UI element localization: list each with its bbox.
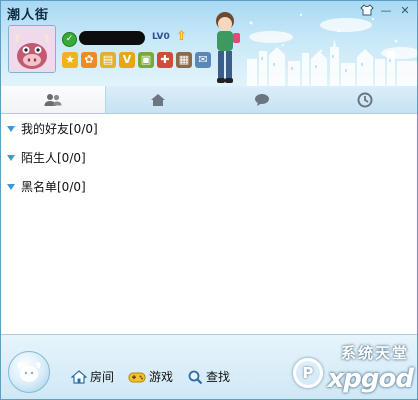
group-label: 我的好友[0/0]: [21, 122, 98, 136]
search-button[interactable]: 查找: [187, 368, 230, 385]
online-status-icon[interactable]: ✓: [62, 32, 77, 47]
gamepad-icon: [128, 372, 146, 382]
gift-icon[interactable]: ✚: [157, 52, 173, 68]
search-label: 查找: [206, 370, 231, 384]
room-label: 房间: [90, 370, 115, 384]
watermark-domain: xpgod: [327, 364, 414, 394]
minimize-button[interactable]: —: [378, 4, 394, 18]
bottom-toolbar: 房间 游戏 查找 P 系统天堂 xpgod: [1, 334, 417, 399]
app-window: 潮人街 — ✕ ✓ LV0 ⇧ ★ ✿ ▤ V ▣ ✚ ▦ ✉ 我的好友[0/0…: [0, 0, 418, 400]
tab-bar: [1, 86, 417, 114]
main-menu-button[interactable]: [8, 351, 50, 393]
quick-icon-bar: ★ ✿ ▤ V ▣ ✚ ▦ ✉: [62, 52, 211, 68]
window-controls: — ✕: [359, 4, 413, 18]
group-strangers[interactable]: 陌生人[0/0]: [1, 143, 417, 172]
level-badge: LV0: [152, 32, 170, 42]
buddy-list: 我的好友[0/0] 陌生人[0/0] 黑名单[0/0]: [1, 114, 417, 201]
profile-header: 潮人街 — ✕ ✓ LV0 ⇧ ★ ✿ ▤ V ▣ ✚ ▦ ✉: [1, 1, 417, 86]
skin-icon[interactable]: [359, 4, 375, 18]
room-button[interactable]: 房间: [71, 368, 114, 385]
cow-avatar-icon: [9, 26, 55, 72]
cow-logo-icon: [17, 362, 41, 382]
close-button[interactable]: ✕: [397, 4, 413, 18]
group-blacklist[interactable]: 黑名单[0/0]: [1, 172, 417, 201]
shop-icon[interactable]: ▤: [100, 52, 116, 68]
group-label: 黑名单[0/0]: [21, 180, 86, 194]
tab-friends[interactable]: [1, 86, 106, 113]
people-icon: [44, 93, 62, 106]
star-icon[interactable]: ★: [62, 52, 78, 68]
expand-triangle-icon: [7, 183, 15, 190]
box-icon[interactable]: ▣: [138, 52, 154, 68]
tab-home[interactable]: [106, 86, 210, 113]
nickname-redacted: [79, 31, 145, 45]
chat-bubble-icon: [254, 93, 269, 106]
vip-icon[interactable]: V: [119, 52, 135, 68]
watermark-text: 系统天堂: [340, 344, 409, 362]
game-label: 游戏: [149, 370, 174, 384]
tab-chat[interactable]: [210, 86, 314, 113]
level-up-arrow-icon: ⇧: [176, 29, 187, 44]
group-label: 陌生人[0/0]: [21, 151, 86, 165]
avatar[interactable]: [8, 25, 56, 73]
expand-triangle-icon: [7, 154, 15, 161]
room-house-icon: [71, 369, 87, 384]
calendar-icon[interactable]: ▦: [176, 52, 192, 68]
character-figure-icon: [216, 12, 240, 83]
house-icon: [150, 93, 165, 106]
watermark: P 系统天堂 xpgod: [285, 336, 417, 399]
window-title: 潮人街: [7, 8, 50, 23]
game-button[interactable]: 游戏: [128, 368, 173, 385]
clock-icon: [357, 92, 373, 107]
watermark-logo-icon: P: [293, 358, 323, 388]
search-icon: [188, 370, 203, 384]
flower-icon[interactable]: ✿: [81, 52, 97, 68]
group-my-friends[interactable]: 我的好友[0/0]: [1, 114, 417, 143]
bottom-links: 房间 游戏 查找: [71, 368, 230, 385]
expand-triangle-icon: [7, 125, 15, 132]
tab-history[interactable]: [313, 86, 417, 113]
